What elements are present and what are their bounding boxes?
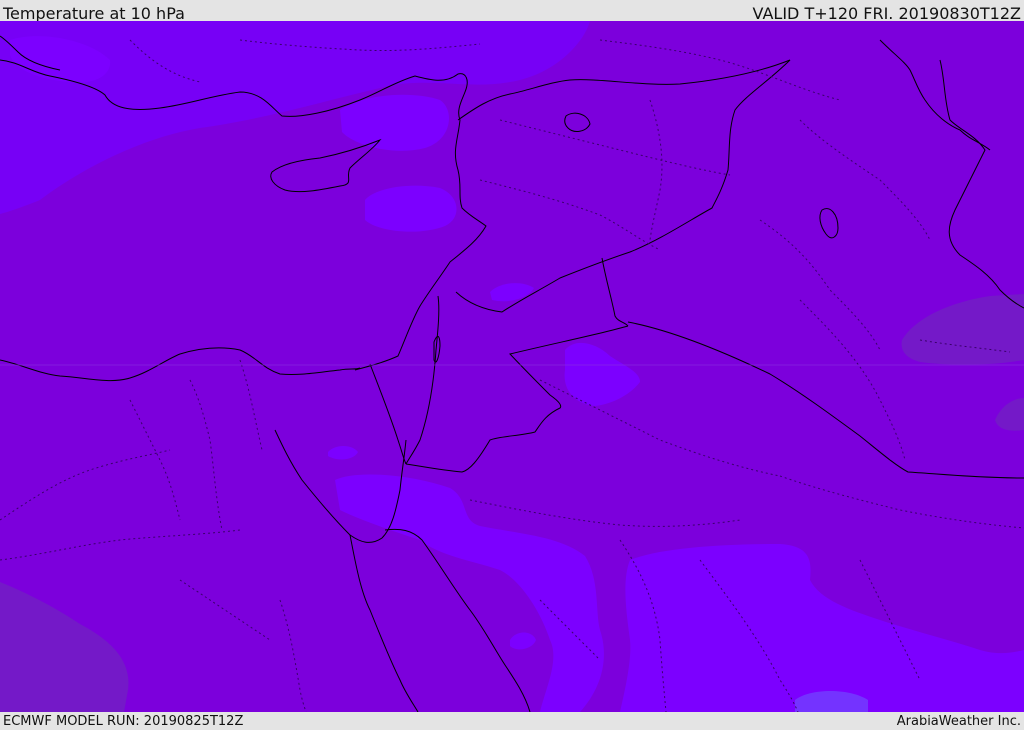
map-svg [0, 21, 1024, 712]
map-canvas[interactable] [0, 21, 1024, 712]
model-run-label: ECMWF MODEL RUN: 20190825T12Z [3, 714, 244, 729]
cold-patch-levant [365, 185, 457, 232]
footer-bar: ECMWF MODEL RUN: 20190825T12Z ArabiaWeat… [0, 712, 1024, 729]
header-bar: Temperature at 10 hPa VALID T+120 FRI. 2… [0, 0, 1024, 23]
credit-label: ArabiaWeather Inc. [896, 714, 1021, 729]
